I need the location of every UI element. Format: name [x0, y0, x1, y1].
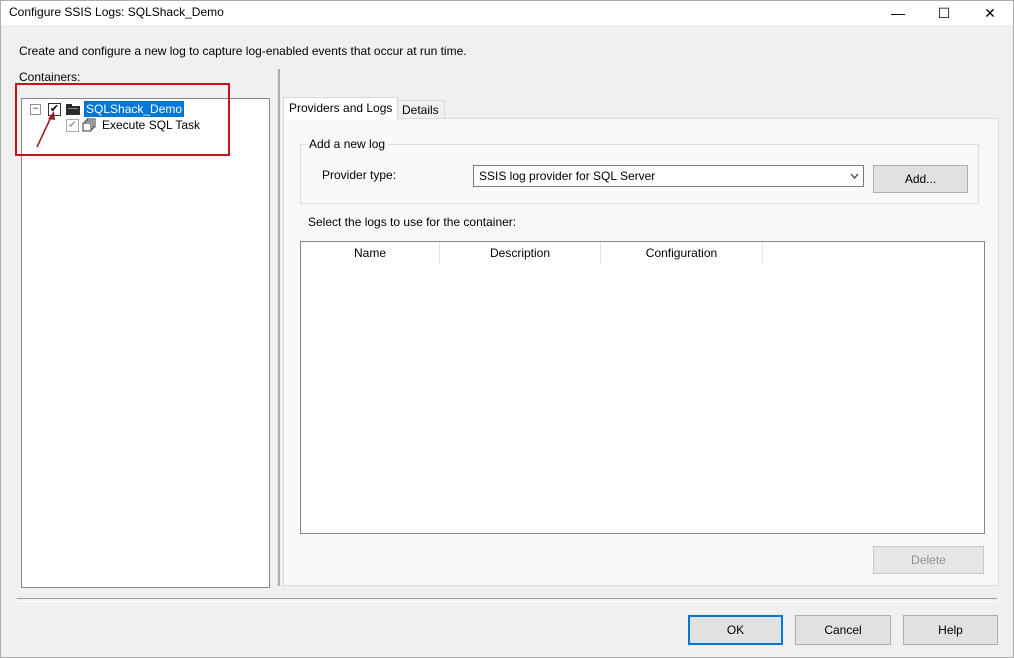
containers-tree[interactable]: − ✔ SQLShack_Demo ✔ Execute SQL Task [21, 98, 270, 588]
annotation-arrow-icon [36, 111, 55, 148]
chevron-down-icon[interactable] [845, 171, 863, 182]
footer-separator [17, 598, 997, 602]
window-title: Configure SSIS Logs: SQLShack_Demo [9, 5, 224, 19]
intro-text: Create and configure a new log to captur… [19, 44, 467, 58]
close-button[interactable]: ✕ [967, 1, 1013, 25]
help-button[interactable]: Help [903, 615, 998, 645]
logs-list[interactable]: Name Description Configuration [300, 241, 985, 534]
panel-splitter[interactable] [277, 69, 280, 586]
cancel-button[interactable]: Cancel [795, 615, 891, 645]
containers-label: Containers: [19, 70, 81, 84]
title-bar: Configure SSIS Logs: SQLShack_Demo — ☐ ✕ [1, 1, 1013, 25]
column-header-description[interactable]: Description [440, 242, 601, 264]
maximize-button[interactable]: ☐ [921, 1, 967, 25]
tab-details[interactable]: Details [396, 100, 445, 119]
delete-button[interactable]: Delete [873, 546, 984, 574]
ok-button[interactable]: OK [688, 615, 783, 645]
select-logs-label: Select the logs to use for the container… [308, 215, 517, 229]
column-header-name[interactable]: Name [301, 242, 440, 264]
column-header-configuration[interactable]: Configuration [601, 242, 763, 264]
provider-type-value: SSIS log provider for SQL Server [479, 169, 656, 183]
tab-providers-and-logs[interactable]: Providers and Logs [283, 97, 399, 120]
provider-type-label: Provider type: [322, 168, 397, 182]
configure-ssis-logs-dialog: Configure SSIS Logs: SQLShack_Demo — ☐ ✕… [0, 0, 1014, 658]
add-new-log-title: Add a new log [306, 137, 389, 151]
minimize-button[interactable]: — [875, 1, 921, 25]
add-button[interactable]: Add... [873, 165, 968, 193]
provider-type-dropdown[interactable]: SSIS log provider for SQL Server [473, 165, 864, 187]
